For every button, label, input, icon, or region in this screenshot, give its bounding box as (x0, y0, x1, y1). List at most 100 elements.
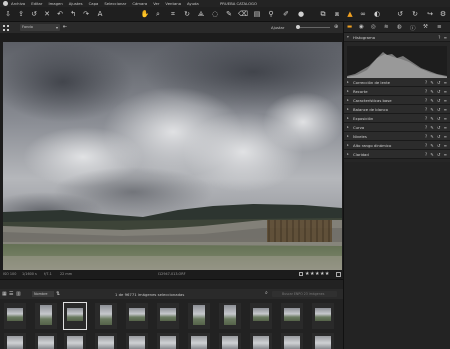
thumbnail[interactable] (188, 303, 210, 329)
spot-icon[interactable]: ◌ (210, 9, 220, 19)
annotate-icon[interactable]: ✐ (281, 9, 291, 19)
text-tool-icon[interactable]: A (95, 9, 105, 19)
info-icon[interactable]: ⓘ (410, 24, 416, 32)
section-tools[interactable]: ? ✎ ↺ ≡ (425, 152, 448, 157)
thumbnail[interactable] (312, 303, 334, 329)
reset-icon[interactable]: ↺ (395, 9, 405, 19)
color-icon[interactable]: ◍ (397, 24, 402, 30)
thumbnail[interactable] (250, 303, 272, 329)
flag-box[interactable] (299, 272, 303, 276)
menu-ver[interactable]: Ver (153, 1, 159, 6)
menu-ayuda[interactable]: Ayuda (187, 1, 199, 6)
thumbnail[interactable] (219, 303, 241, 329)
section-tools[interactable]: ? ✎ ↺ ≡ (425, 125, 448, 130)
menu-seleccionar[interactable]: Seleccionar (104, 1, 126, 6)
color-tag-box[interactable] (336, 272, 341, 277)
thumbnail[interactable] (126, 303, 148, 329)
thumbnail[interactable] (188, 333, 210, 349)
adjust-icon[interactable]: ⚒ (423, 24, 428, 30)
camera-icon[interactable]: ◉ (359, 24, 364, 30)
thumbnail[interactable] (250, 333, 272, 349)
menu-ajustes[interactable]: Ajustes (69, 1, 83, 6)
copy-adjust-icon[interactable]: ⧉ (318, 9, 328, 19)
menu-capa[interactable]: Capa (89, 1, 99, 6)
zoom-slider-track[interactable] (300, 27, 330, 28)
section-lens-correction[interactable]: ▸ Corrección de lente ? ✎ ↺ ≡ (344, 78, 450, 87)
rotate-left-icon[interactable]: ↺ (29, 9, 39, 19)
thumbnail[interactable] (95, 333, 117, 349)
menu-ventana[interactable]: Ventana (165, 1, 181, 6)
section-tools[interactable]: ? ✎ ↺ ≡ (425, 134, 448, 139)
thumbnail[interactable] (64, 333, 86, 349)
zoom-slider-knob[interactable] (296, 25, 300, 29)
sort-select[interactable]: Nombre (32, 291, 54, 297)
section-base-characteristics[interactable]: ▸ Características base ? ✎ ↺ ≡ (344, 96, 450, 105)
section-curve[interactable]: ▸ Curva ? ✎ ↺ ≡ (344, 123, 450, 132)
eraser-icon[interactable]: ⌫ (238, 9, 248, 19)
main-photo[interactable] (3, 42, 342, 270)
section-tools[interactable]: ? ✎ ↺ ≡ (425, 107, 448, 112)
section-clarity[interactable]: ▸ Claridad ? ✎ ↺ ≡ (344, 150, 450, 159)
background-select[interactable]: Fondo ▾ (20, 24, 60, 31)
sort-direction-icon[interactable]: ⇅ (56, 291, 60, 297)
thumbnail[interactable] (281, 333, 303, 349)
histogram-header[interactable]: ▾ Histograma ? ≡ (344, 33, 450, 42)
warning-icon[interactable]: ▲ (345, 9, 355, 19)
crop-icon[interactable]: ⌗ (168, 9, 178, 19)
thumbnail[interactable] (35, 303, 57, 329)
thumbnail[interactable] (35, 333, 57, 349)
thumbnail[interactable] (157, 303, 179, 329)
rotate-icon[interactable]: ↻ (182, 9, 192, 19)
pan-icon[interactable]: ✋ (140, 9, 150, 19)
process-icon[interactable]: ⚙ (438, 9, 448, 19)
close-icon[interactable]: ✕ (42, 9, 52, 19)
zoom-fit-icon[interactable]: ⊕ (334, 24, 338, 30)
filmstrip-view-icon[interactable]: ▥ (16, 291, 21, 297)
section-hdr[interactable]: ▸ Alto rango dinámico ? ✎ ↺ ≡ (344, 141, 450, 150)
star-rating[interactable]: ★★★★★ (305, 271, 330, 277)
glasses-icon[interactable]: ∞ (358, 9, 368, 19)
menu-editar[interactable]: Editar (31, 1, 42, 6)
list-view-icon[interactable]: ☰ (9, 291, 13, 297)
undo-alt-icon[interactable]: ↰ (68, 9, 78, 19)
folder-icon[interactable]: ▬ (347, 24, 352, 30)
search-input[interactable]: Buscar ENPO 23 imágenes (272, 291, 337, 297)
grid-view-icon[interactable]: ▦ (2, 291, 7, 297)
section-tools[interactable]: ? ✎ ↺ ≡ (425, 98, 448, 103)
detail-icon[interactable]: ≡ (437, 24, 442, 30)
menu-camara[interactable]: Cámara (132, 1, 147, 6)
section-tools[interactable]: ? ✎ ↺ ≡ (425, 143, 448, 148)
redo-all-icon[interactable]: ↪ (425, 9, 435, 19)
menu-imagen[interactable]: Imagen (48, 1, 62, 6)
grid-view-icon[interactable] (3, 25, 9, 31)
section-tools[interactable]: ? ✎ ↺ ≡ (425, 80, 448, 85)
pin-icon[interactable]: ⇤ (63, 24, 67, 30)
layers-icon[interactable]: ≋ (384, 24, 389, 30)
section-tools[interactable]: ? ✎ ↺ ≡ (425, 116, 448, 121)
redo-icon[interactable]: ↷ (81, 9, 91, 19)
thumbnail[interactable] (4, 333, 26, 349)
compare-icon[interactable]: ◐ (372, 9, 382, 19)
picker-icon[interactable]: ⚲ (266, 9, 276, 19)
section-white-balance[interactable]: ▸ Balance de blanco ? ✎ ↺ ≡ (344, 105, 450, 114)
thumbnail[interactable] (219, 333, 241, 349)
mask-icon[interactable]: ● (296, 9, 306, 19)
brush-icon[interactable]: ✎ (224, 9, 234, 19)
zoom-icon[interactable]: ⌕ (153, 9, 163, 19)
section-exposure[interactable]: ▸ Exposición ? ✎ ↺ ≡ (344, 114, 450, 123)
undo-icon[interactable]: ↶ (55, 9, 65, 19)
refresh-icon[interactable]: ↻ (410, 9, 420, 19)
export-icon[interactable]: ⇪ (16, 9, 26, 19)
app-icon[interactable] (3, 1, 8, 6)
aperture-icon[interactable]: ◎ (371, 24, 376, 30)
thumbnail[interactable] (126, 333, 148, 349)
section-levels[interactable]: ▸ Niveles ? ✎ ↺ ≡ (344, 132, 450, 141)
thumbnail[interactable] (312, 333, 334, 349)
thumbnail[interactable] (95, 303, 117, 329)
section-tools[interactable]: ? ✎ ↺ ≡ (425, 89, 448, 94)
thumbnail-selected[interactable] (63, 302, 87, 330)
gradient-icon[interactable]: ▤ (252, 9, 262, 19)
section-crop[interactable]: ▸ Recorte ? ✎ ↺ ≡ (344, 87, 450, 96)
section-tools[interactable]: ? ≡ (438, 35, 448, 40)
import-icon[interactable]: ⇩ (3, 9, 13, 19)
